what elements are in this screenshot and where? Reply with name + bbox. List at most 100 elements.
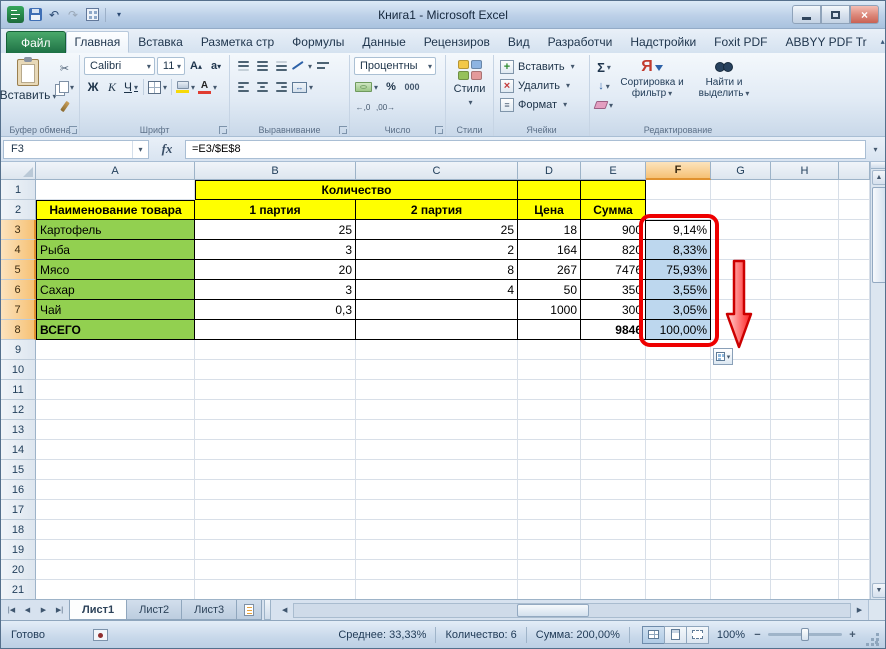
- column-header-G[interactable]: G: [711, 162, 771, 180]
- cell-F12[interactable]: [646, 400, 711, 420]
- scroll-right-button[interactable]: ▶: [852, 603, 867, 618]
- cell-C18[interactable]: [356, 520, 518, 540]
- cell-H13[interactable]: [771, 420, 839, 440]
- cell-D11[interactable]: [518, 380, 581, 400]
- cell-E12[interactable]: [581, 400, 646, 420]
- cell-H14[interactable]: [771, 440, 839, 460]
- cell-F20[interactable]: [646, 560, 711, 580]
- cell-B14[interactable]: [195, 440, 356, 460]
- zoom-in-button[interactable]: +: [846, 628, 859, 641]
- font-dialog-launcher[interactable]: [219, 126, 228, 134]
- cell-C21[interactable]: [356, 580, 518, 599]
- select-all-button[interactable]: [1, 162, 36, 180]
- font-color-button[interactable]: А: [197, 78, 218, 96]
- cell-E17[interactable]: [581, 500, 646, 520]
- cell-F9[interactable]: [646, 340, 711, 360]
- cell-B13[interactable]: [195, 420, 356, 440]
- cell-I1[interactable]: [839, 180, 870, 200]
- cell-E9[interactable]: [581, 340, 646, 360]
- zoom-slider[interactable]: [768, 628, 842, 641]
- cell-E19[interactable]: [581, 540, 646, 560]
- cell-I3[interactable]: [839, 220, 870, 240]
- cell-H6[interactable]: [771, 280, 839, 300]
- cell-C16[interactable]: [356, 480, 518, 500]
- vertical-split-handle[interactable]: [871, 162, 885, 169]
- row-header-11[interactable]: 11: [1, 380, 36, 400]
- cell-C2[interactable]: 2 партия: [356, 200, 518, 220]
- cell-H7[interactable]: [771, 300, 839, 320]
- cell-A2[interactable]: Наименование товара: [36, 200, 195, 220]
- cell-B4[interactable]: 3: [195, 240, 356, 260]
- cell-E5[interactable]: 7476: [581, 260, 646, 280]
- column-header-A[interactable]: A: [36, 162, 195, 180]
- cell-E2[interactable]: Сумма: [581, 200, 646, 220]
- horizontal-scroll-track[interactable]: [293, 602, 851, 618]
- zoom-out-button[interactable]: −: [751, 628, 764, 641]
- align-middle-button[interactable]: [253, 57, 271, 75]
- row-header-19[interactable]: 19: [1, 540, 36, 560]
- copy-button[interactable]: [54, 78, 75, 96]
- cell-H20[interactable]: [771, 560, 839, 580]
- cell-C17[interactable]: [356, 500, 518, 520]
- row-header-21[interactable]: 21: [1, 580, 36, 599]
- cell-A13[interactable]: [36, 420, 195, 440]
- cell-D20[interactable]: [518, 560, 581, 580]
- cut-button[interactable]: ✂: [54, 59, 75, 77]
- column-header-C[interactable]: C: [356, 162, 518, 180]
- fill-color-button[interactable]: [175, 78, 196, 96]
- cell-F18[interactable]: [646, 520, 711, 540]
- cell-G2[interactable]: [711, 200, 771, 220]
- insert-function-button[interactable]: fx: [151, 140, 183, 159]
- cell-G12[interactable]: [711, 400, 771, 420]
- increase-decimal-button[interactable]: ←,0: [354, 98, 372, 116]
- tab-Надстройки[interactable]: Надстройки: [621, 31, 705, 53]
- cell-G19[interactable]: [711, 540, 771, 560]
- align-right-button[interactable]: [272, 78, 290, 96]
- cell-A11[interactable]: [36, 380, 195, 400]
- tab-Вид[interactable]: Вид: [499, 31, 539, 53]
- cell-I5[interactable]: [839, 260, 870, 280]
- cell-D2[interactable]: Цена: [518, 200, 581, 220]
- cell-A19[interactable]: [36, 540, 195, 560]
- shrink-font-button[interactable]: а ▾: [207, 57, 225, 75]
- cell-E4[interactable]: 820: [581, 240, 646, 260]
- vertical-scroll-track[interactable]: [871, 283, 885, 583]
- cell-F8[interactable]: 100,00%: [646, 320, 711, 340]
- cell-B12[interactable]: [195, 400, 356, 420]
- styles-button[interactable]: Стили: [450, 57, 489, 107]
- cell-A10[interactable]: [36, 360, 195, 380]
- cell-I18[interactable]: [839, 520, 870, 540]
- cell-D5[interactable]: 267: [518, 260, 581, 280]
- cell-E20[interactable]: [581, 560, 646, 580]
- cell-B19[interactable]: [195, 540, 356, 560]
- cell-G15[interactable]: [711, 460, 771, 480]
- row-header-4[interactable]: 4: [1, 240, 36, 260]
- find-select-button[interactable]: Найти и выделить: [690, 57, 758, 114]
- borders-button[interactable]: [147, 78, 168, 96]
- cell-E21[interactable]: [581, 580, 646, 599]
- tab-file[interactable]: Файл: [6, 31, 66, 53]
- row-header-18[interactable]: 18: [1, 520, 36, 540]
- tab-Foxit PDF[interactable]: Foxit PDF: [705, 31, 776, 53]
- tab-Рецензиров[interactable]: Рецензиров: [415, 31, 499, 53]
- row-header-14[interactable]: 14: [1, 440, 36, 460]
- align-bottom-button[interactable]: [272, 57, 290, 75]
- name-box-dropdown[interactable]: ▾: [132, 140, 148, 158]
- tab-Вставка[interactable]: Вставка: [129, 31, 192, 53]
- cell-B2[interactable]: 1 партия: [195, 200, 356, 220]
- cell-I4[interactable]: [839, 240, 870, 260]
- cell-C19[interactable]: [356, 540, 518, 560]
- column-header-H[interactable]: H: [771, 162, 839, 180]
- cell-H10[interactable]: [771, 360, 839, 380]
- cell-D19[interactable]: [518, 540, 581, 560]
- cell-C15[interactable]: [356, 460, 518, 480]
- horizontal-scroll-thumb[interactable]: [516, 603, 589, 617]
- cell-I14[interactable]: [839, 440, 870, 460]
- cell-H3[interactable]: [771, 220, 839, 240]
- page-break-view-button[interactable]: [685, 625, 709, 644]
- decrease-decimal-button[interactable]: ,00→: [375, 98, 396, 116]
- resize-grip[interactable]: [866, 621, 881, 648]
- merge-center-button[interactable]: ↔: [291, 78, 314, 96]
- orientation-button[interactable]: [291, 57, 313, 75]
- cell-C9[interactable]: [356, 340, 518, 360]
